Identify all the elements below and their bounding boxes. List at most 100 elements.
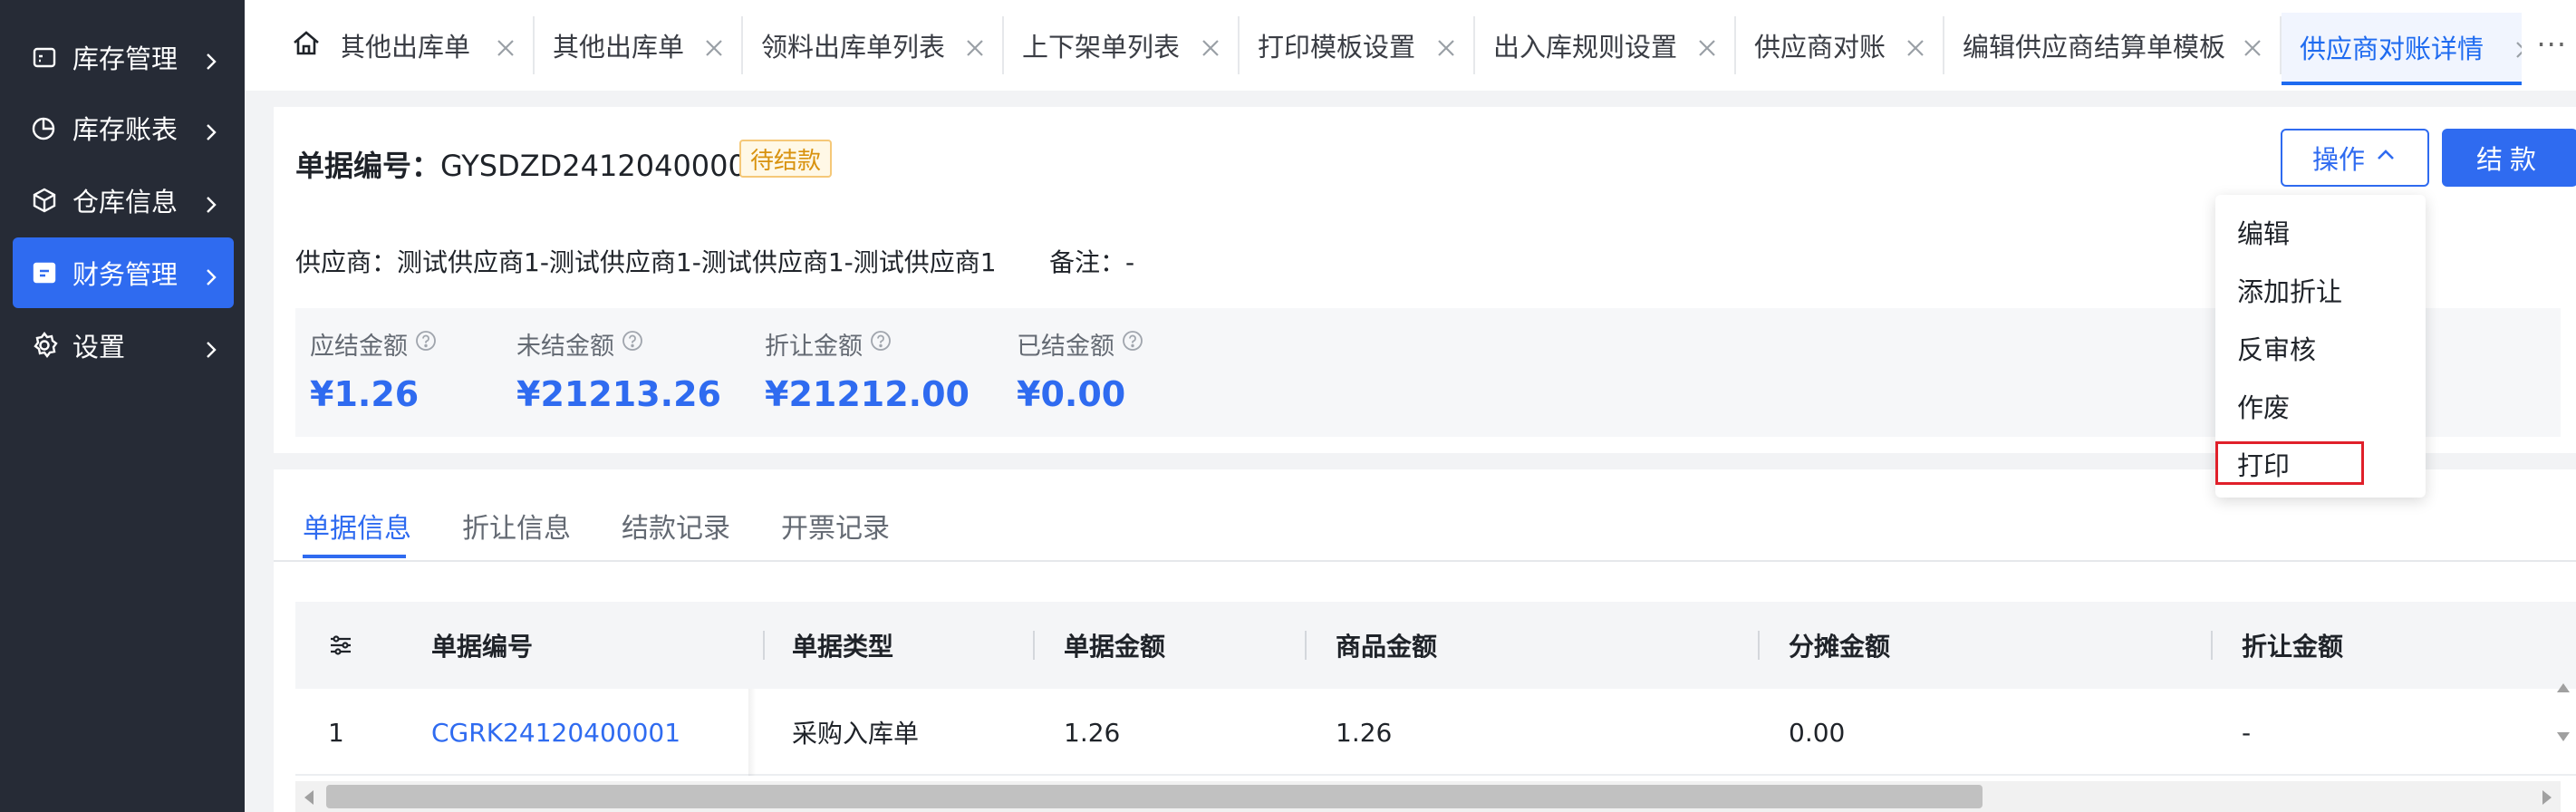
- menu-item-add-discount[interactable]: 添加折让: [2237, 271, 2342, 309]
- scrollbar-thumb[interactable]: [326, 785, 1983, 808]
- tab-discount-info[interactable]: 折让信息: [462, 506, 571, 546]
- tab-supplier-reconciliation-detail[interactable]: 供应商对账详情: [2282, 13, 2522, 85]
- home-icon[interactable]: [290, 27, 323, 60]
- close-icon[interactable]: [495, 34, 516, 56]
- doc-type-cell: 采购入库单: [792, 719, 920, 749]
- pie-chart-icon: [29, 112, 60, 143]
- column-divider: [1758, 631, 1760, 660]
- alloc-amount-cell: 0.00: [1789, 717, 1846, 748]
- remark-info: 备注：-: [1049, 243, 1134, 279]
- column-header[interactable]: 分摊金额: [1789, 602, 1890, 689]
- tab-io-rules-settings[interactable]: 出入库规则设置: [1475, 16, 1736, 74]
- tab-label: 打印模板设置: [1258, 32, 1416, 63]
- column-settings-icon[interactable]: [326, 631, 355, 660]
- horizontal-scrollbar[interactable]: [295, 781, 2561, 812]
- summary-value: ¥21213.26: [516, 374, 721, 414]
- sidebar-item-inventory-ledger[interactable]: 库存账表: [13, 92, 234, 163]
- supplier-value: 测试供应商1-测试供应商1-测试供应商1-测试供应商1: [397, 247, 997, 277]
- column-divider: [2211, 631, 2213, 660]
- close-icon[interactable]: [1905, 34, 1926, 56]
- tab-invoice-records[interactable]: 开票记录: [781, 506, 890, 546]
- column-header[interactable]: 单据编号: [431, 602, 533, 689]
- summary-value: ¥1.26: [310, 374, 420, 414]
- tab-edit-supplier-settlement-template[interactable]: 编辑供应商结算单模板: [1944, 16, 2282, 74]
- finance-icon: [29, 257, 60, 288]
- close-icon[interactable]: [1696, 34, 1718, 56]
- close-icon[interactable]: [1200, 34, 1221, 56]
- tab-other-outbound-2[interactable]: 其他出库单: [535, 16, 743, 74]
- fixed-column-shadow: [748, 689, 756, 776]
- scroll-up-arrow-icon[interactable]: [2557, 683, 2570, 692]
- help-icon[interactable]: [1122, 330, 1143, 358]
- menu-item-edit[interactable]: 编辑: [2237, 213, 2290, 251]
- summary-discount: 折让金额 ¥21212.00: [765, 326, 970, 414]
- tab-label: 出入库规则设置: [1493, 32, 1678, 63]
- scroll-down-arrow-icon[interactable]: [2557, 732, 2570, 741]
- menu-item-unapprove[interactable]: 反审核: [2237, 329, 2316, 367]
- chevron-right-icon: [201, 118, 221, 140]
- column-header[interactable]: 单据类型: [792, 602, 893, 689]
- doc-table: 单据编号 单据类型 单据金额 商品金额 分摊金额 折让金额 1 CGRK2412…: [295, 584, 2576, 812]
- tabs-divider: [274, 560, 2576, 562]
- help-icon[interactable]: [415, 330, 437, 358]
- supplier-info: 供应商：测试供应商1-测试供应商1-测试供应商1-测试供应商1: [295, 243, 997, 279]
- tab-bar: 其他出库单 其他出库单 领料出库单列表 上下架单列表 打印模板设置 出入库规则设…: [245, 0, 2576, 91]
- tab-other-outbound[interactable]: 其他出库单: [343, 16, 535, 74]
- discount-amount-cell: -: [2242, 717, 2252, 748]
- tab-doc-info[interactable]: 单据信息: [303, 506, 411, 546]
- remark-label: 备注：: [1049, 247, 1126, 277]
- sidebar-item-finance[interactable]: 财务管理: [13, 237, 234, 308]
- operations-label: 操作: [2311, 144, 2365, 175]
- chevron-right-icon: [201, 263, 221, 285]
- column-header[interactable]: 商品金额: [1336, 602, 1437, 689]
- supplier-label: 供应商：: [295, 247, 398, 277]
- help-icon[interactable]: [622, 330, 643, 358]
- close-icon[interactable]: [964, 34, 986, 56]
- sidebar-item-label: 设置: [72, 332, 126, 362]
- tab-print-template-settings[interactable]: 打印模板设置: [1240, 16, 1475, 74]
- sidebar-item-warehouse[interactable]: 仓库信息: [13, 165, 234, 236]
- page: 库存管理 库存账表 仓库信息 财务管理 设置 其他出库单 其他出库单 领料出库单…: [0, 0, 2576, 812]
- column-divider: [1033, 631, 1035, 660]
- chevron-up-icon: [2374, 142, 2398, 173]
- tab-supplier-reconciliation[interactable]: 供应商对账: [1736, 16, 1944, 74]
- summary-label: 已结金额: [1017, 333, 1114, 361]
- operations-button[interactable]: 操作: [2281, 129, 2429, 187]
- column-header[interactable]: 单据金额: [1064, 602, 1165, 689]
- close-icon[interactable]: [1435, 34, 1457, 56]
- summary-unsettled: 未结金额 ¥21213.26: [516, 326, 721, 414]
- sidebar-item-label: 财务管理: [72, 259, 178, 290]
- tab-payment-records[interactable]: 结款记录: [622, 506, 730, 546]
- sidebar-item-settings[interactable]: 设置: [13, 310, 234, 381]
- tab-material-outbound-list[interactable]: 领料出库单列表: [743, 16, 1004, 74]
- table-header: 单据编号 单据类型 单据金额 商品金额 分摊金额 折让金额: [295, 602, 2576, 689]
- close-icon[interactable]: [2242, 34, 2263, 56]
- column-header[interactable]: 折让金额: [2242, 602, 2343, 689]
- vertical-scrollbar[interactable]: [2551, 678, 2576, 805]
- close-icon[interactable]: [2513, 36, 2522, 58]
- gear-icon: [29, 330, 60, 361]
- settle-payment-button[interactable]: 结款: [2442, 129, 2576, 187]
- table-row[interactable]: 1 CGRK24120400001 采购入库单 1.26 1.26 0.00 -: [295, 689, 2576, 776]
- chevron-right-icon: [201, 47, 221, 70]
- summary-label: 应结金额: [310, 333, 408, 361]
- doc-number-link[interactable]: CGRK24120400001: [431, 689, 680, 776]
- tab-label: 供应商对账: [1754, 32, 1886, 63]
- column-divider: [1305, 631, 1307, 660]
- goods-amount-cell: 1.26: [1336, 717, 1393, 748]
- doc-number-value: GYSDZD24120400003: [440, 149, 766, 183]
- inventory-icon: [29, 42, 60, 72]
- scroll-left-arrow-icon[interactable]: [304, 790, 314, 805]
- menu-item-void[interactable]: 作废: [2237, 387, 2290, 425]
- summary-label: 折让金额: [765, 333, 863, 361]
- close-icon[interactable]: [703, 34, 725, 56]
- help-icon[interactable]: [870, 330, 892, 358]
- remark-value: -: [1125, 247, 1135, 277]
- tab-label: 供应商对账详情: [2300, 34, 2484, 64]
- tab-shelving-list[interactable]: 上下架单列表: [1004, 16, 1240, 74]
- tab-label: 其他出库单: [343, 32, 471, 63]
- sidebar-item-inventory[interactable]: 库存管理: [13, 22, 234, 92]
- tabs-strip: 其他出库单 其他出库单 领料出库单列表 上下架单列表 打印模板设置 出入库规则设…: [343, 0, 2522, 91]
- tab-label: 编辑供应商结算单模板: [1963, 32, 2226, 63]
- tabs-more-button[interactable]: ···: [2536, 27, 2567, 62]
